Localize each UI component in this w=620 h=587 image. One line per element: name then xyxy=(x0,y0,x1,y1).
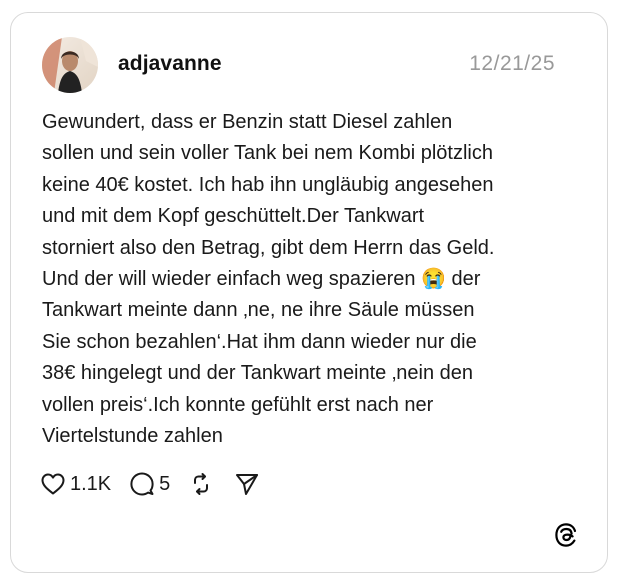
heart-icon xyxy=(41,473,65,495)
avatar[interactable] xyxy=(42,37,98,93)
like-count: 1.1K xyxy=(70,473,112,495)
reply-button[interactable]: 5 xyxy=(129,469,170,499)
post-date: 12/21/25 xyxy=(469,52,555,75)
repost-button[interactable] xyxy=(188,471,214,497)
like-button[interactable]: 1.1K xyxy=(40,469,111,499)
avatar-image xyxy=(42,37,98,93)
post-card: adjavanne 12/21/25 Gewundert, dass er Be… xyxy=(10,12,608,573)
post-text: Gewundert, dass er Benzin statt Diesel z… xyxy=(42,111,495,448)
threads-logo-icon xyxy=(553,522,579,548)
reply-count: 5 xyxy=(159,473,171,495)
username[interactable]: adjavanne xyxy=(118,51,222,77)
action-bar: 1.1K 5 xyxy=(40,469,260,499)
repost-icon xyxy=(194,473,209,495)
share-button[interactable] xyxy=(234,471,260,497)
share-icon xyxy=(236,474,259,495)
comment-icon xyxy=(130,472,154,496)
